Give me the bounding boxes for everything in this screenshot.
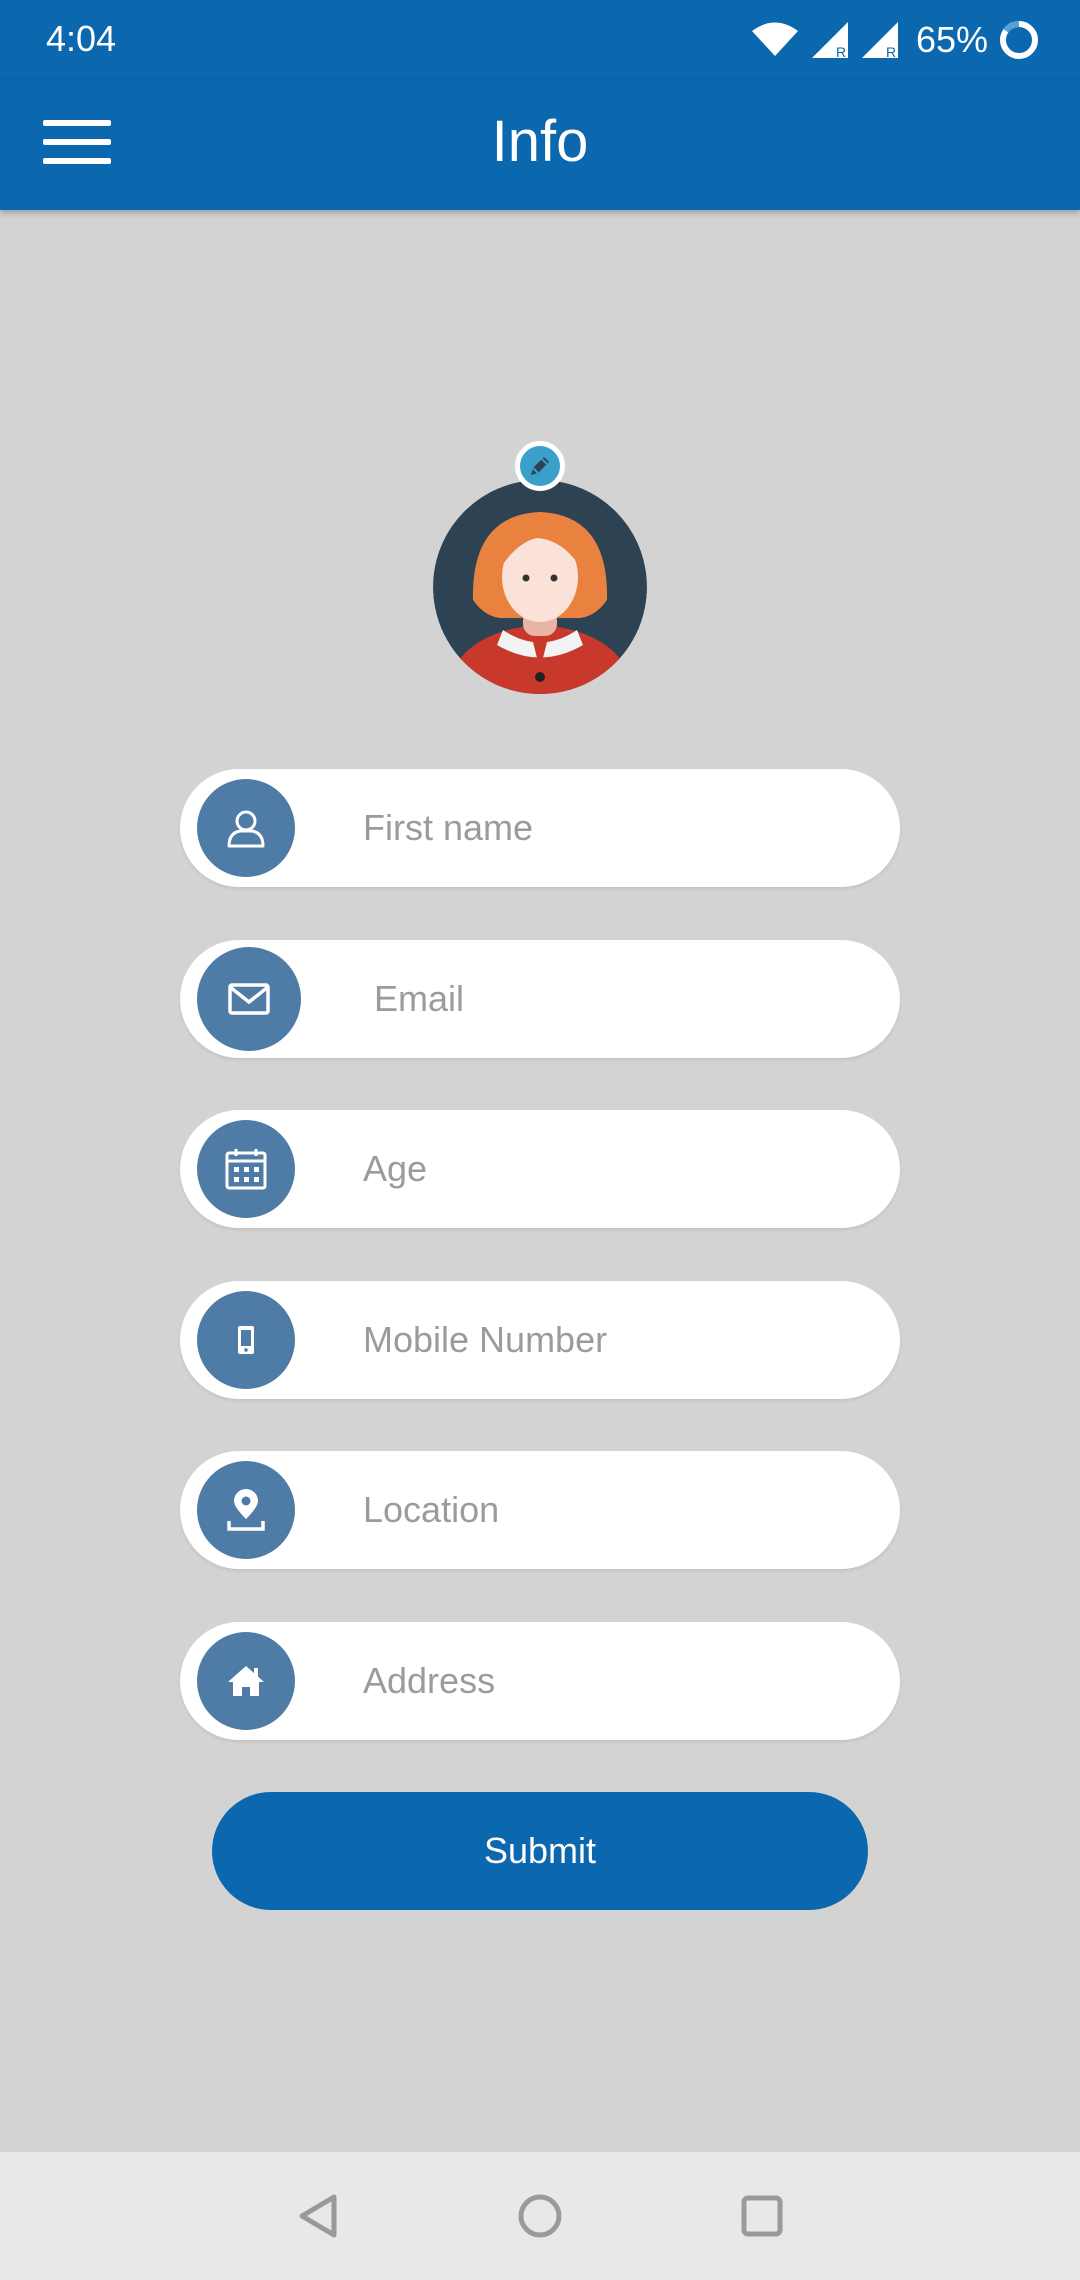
envelope-icon	[197, 947, 301, 1051]
signal-r-icon: R	[861, 22, 898, 60]
submit-button[interactable]: Submit	[212, 1792, 868, 1910]
edit-avatar-button[interactable]	[515, 441, 565, 491]
battery-percent: 65%	[915, 19, 988, 60]
mobile-phone-icon	[197, 1291, 295, 1389]
calendar-icon	[197, 1120, 295, 1218]
age-field[interactable]	[180, 1110, 900, 1228]
wifi-icon	[751, 22, 798, 56]
system-nav-bar	[0, 2152, 1080, 2280]
status-bar: 4:04 R R 65%	[0, 0, 1080, 80]
home-circle-icon[interactable]	[508, 2184, 572, 2248]
first-name-input[interactable]	[363, 769, 863, 887]
address-field[interactable]	[180, 1622, 900, 1740]
age-input[interactable]	[363, 1110, 863, 1228]
home-icon	[197, 1632, 295, 1730]
recents-square-icon[interactable]	[730, 2184, 794, 2248]
map-pin-icon	[197, 1461, 295, 1559]
svg-text:R: R	[836, 44, 846, 60]
back-triangle-icon[interactable]	[288, 2184, 352, 2248]
battery-ring-icon	[1000, 21, 1038, 59]
first-name-field[interactable]	[180, 769, 900, 887]
page-title: Info	[491, 109, 589, 174]
status-time: 4:04	[46, 18, 117, 59]
svg-text:R: R	[886, 44, 896, 60]
email-input[interactable]	[374, 940, 874, 1058]
pencil-icon	[531, 457, 549, 475]
person-icon	[197, 779, 295, 877]
signal-r-icon: R	[811, 22, 848, 60]
mobile-number-field[interactable]	[180, 1281, 900, 1399]
avatar[interactable]	[433, 480, 647, 694]
mobile-number-input[interactable]	[363, 1281, 863, 1399]
email-field[interactable]	[180, 940, 900, 1058]
app-bar: Info	[0, 80, 1080, 210]
status-icons: R R 65%	[750, 16, 1040, 64]
address-input[interactable]	[363, 1622, 863, 1740]
location-input[interactable]	[363, 1451, 863, 1569]
location-field[interactable]	[180, 1451, 900, 1569]
female-avatar-icon	[433, 480, 647, 694]
